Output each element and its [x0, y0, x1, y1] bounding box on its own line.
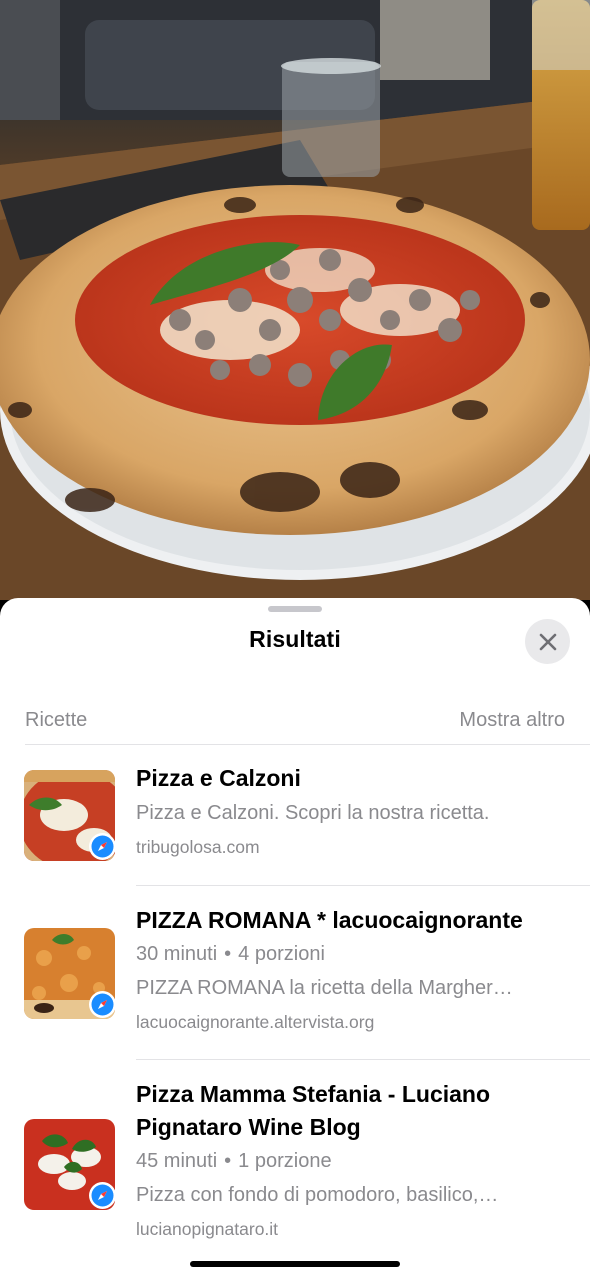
result-title: PIZZA ROMANA * lacuocaignorante — [136, 907, 523, 933]
section-label: Ricette — [25, 708, 88, 731]
result-item[interactable]: PIZZA ROMANA * lacuocaignorante 30 minut… — [0, 886, 590, 1060]
cook-time: 30 minuti — [136, 943, 218, 965]
recipes-section-header: Ricette Mostra altro — [25, 706, 565, 734]
portions: 1 porzione — [238, 1150, 332, 1172]
result-source: lucianopignataro.it — [136, 1219, 279, 1239]
result-title-line-2: Pignataro Wine Blog — [136, 1114, 361, 1140]
result-source: tribugolosa.com — [136, 837, 260, 857]
xmark-icon — [539, 633, 556, 650]
result-description: PIZZA ROMANA la ricetta della Margher… — [136, 977, 513, 999]
result-description: Pizza e Calzoni. Scopri la nostra ricett… — [136, 802, 490, 824]
result-item[interactable]: Pizza Mamma Stefania - Luciano Pignataro… — [0, 1060, 590, 1250]
result-meta: 30 minuti • 4 porzioni — [136, 937, 562, 971]
result-title-line-1: Pizza Mamma Stefania - Luciano — [136, 1081, 491, 1107]
safari-badge — [89, 1182, 116, 1209]
pizza-photo — [0, 0, 590, 600]
result-source: lacuocaignorante.altervista.org — [136, 1012, 375, 1032]
sheet-grabber[interactable] — [268, 606, 322, 612]
result-title: Pizza e Calzoni — [136, 765, 301, 791]
safari-badge — [89, 833, 116, 860]
safari-badge — [89, 991, 116, 1018]
results-sheet: Risultati Ricette Mostra altro Pizza e C… — [0, 598, 590, 1280]
result-description: Pizza con fondo di pomodoro, basilico,… — [136, 1184, 499, 1206]
close-button[interactable] — [525, 619, 570, 664]
separator-dot: • — [224, 1150, 232, 1172]
separator-dot: • — [224, 943, 232, 965]
show-more-link[interactable]: Mostra altro — [459, 709, 565, 732]
safari-icon — [91, 1184, 114, 1207]
portions: 4 porzioni — [238, 943, 325, 965]
result-item[interactable]: Pizza e Calzoni Pizza e Calzoni. Scopri … — [0, 744, 590, 885]
result-meta: 45 minuti • 1 porzione — [136, 1144, 562, 1178]
cook-time: 45 minuti — [136, 1150, 218, 1172]
home-indicator[interactable] — [190, 1261, 400, 1267]
sheet-title: Risultati — [249, 626, 341, 652]
safari-icon — [91, 835, 114, 858]
safari-icon — [91, 993, 114, 1016]
